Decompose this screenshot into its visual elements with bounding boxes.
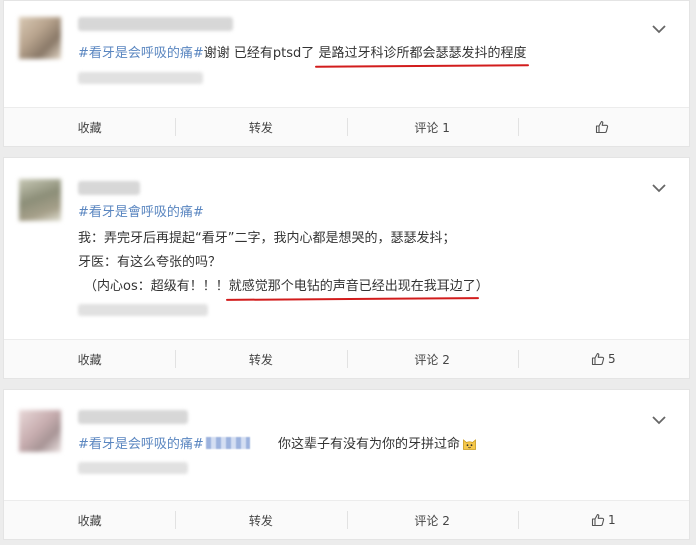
like-button[interactable]: 1	[517, 501, 689, 539]
post-text: #看牙是会呼吸的痛#谢谢 已经有ptsd了 是路过牙科诊所都会瑟瑟发抖的程度	[78, 45, 526, 63]
chevron-down-icon[interactable]	[651, 182, 667, 194]
username-blurred[interactable]	[78, 17, 233, 31]
post-text-plain: 谢谢 已经有ptsd了	[203, 46, 319, 61]
post-line-1: 我：弄完牙后再提起“看牙”二字，我内心都是想哭的，瑟瑟发抖；	[78, 231, 456, 246]
action-bar: 收藏 转发 评论 2 5	[4, 339, 689, 378]
post-line-2: 牙医：有这么夸张的吗？	[78, 255, 222, 270]
post-text: #看牙是会呼吸的痛#	[78, 436, 250, 454]
avatar[interactable]	[19, 410, 61, 452]
topic-tag[interactable]: #看牙是會呼吸的痛#	[78, 205, 204, 220]
collect-label: 收藏	[77, 513, 102, 528]
avatar[interactable]	[19, 179, 61, 221]
action-bar: 收藏 转发 评论 2 1	[4, 500, 689, 539]
thumbs-up-icon	[595, 120, 609, 134]
post-line-3-plain: （内心os：超级有！！！	[84, 279, 229, 294]
chevron-down-icon[interactable]	[651, 23, 667, 35]
thumbs-up-icon	[591, 352, 605, 366]
post-card-1: #看牙是会呼吸的痛#谢谢 已经有ptsd了 是路过牙科诊所都会瑟瑟发抖的程度 收…	[3, 0, 690, 147]
source-blurred	[78, 72, 203, 84]
collect-label: 收藏	[77, 352, 102, 367]
source-blurred	[78, 304, 208, 316]
collect-button[interactable]: 收藏	[4, 108, 175, 146]
comment-label: 评论 1	[414, 120, 450, 135]
topic-tag[interactable]: #看牙是会呼吸的痛#	[78, 437, 204, 452]
avatar[interactable]	[19, 17, 61, 59]
topic-tag[interactable]: #看牙是会呼吸的痛#	[78, 46, 204, 61]
collect-button[interactable]: 收藏	[4, 340, 175, 378]
like-button[interactable]: 5	[517, 340, 689, 378]
cat-emoji-icon	[463, 439, 476, 450]
post-text-highlight: 是路过牙科诊所都会瑟瑟发抖的程度	[318, 46, 527, 61]
post-line-3-end: ）	[475, 279, 489, 294]
repost-label: 转发	[248, 352, 273, 367]
like-count: 5	[608, 352, 616, 366]
thumbs-up-icon	[591, 513, 605, 527]
post-text-body: 你这辈子有没有为你的牙拼过命	[278, 437, 461, 452]
username-blurred[interactable]	[78, 410, 188, 424]
repost-button[interactable]: 转发	[175, 501, 346, 539]
username-blurred[interactable]	[78, 181, 140, 195]
like-button[interactable]	[517, 108, 689, 146]
comment-label: 评论 2	[414, 513, 450, 528]
mosaic-redaction	[205, 437, 250, 449]
collect-label: 收藏	[77, 120, 102, 135]
post-line-3-highlight: 就感觉那个电钻的声音已经出现在我耳边了	[228, 279, 476, 294]
repost-label: 转发	[248, 120, 273, 135]
comment-button[interactable]: 评论 2	[346, 501, 518, 539]
comment-label: 评论 2	[414, 352, 450, 367]
post-text-main: 你这辈子有没有为你的牙拼过命	[278, 436, 477, 454]
collect-button[interactable]: 收藏	[4, 501, 175, 539]
like-count: 1	[608, 513, 616, 527]
post-card-3: #看牙是会呼吸的痛# 你这辈子有没有为你的牙拼过命 收藏 转发 评论 2 1	[3, 389, 690, 540]
post-line-3: （内心os：超级有！！！就感觉那个电钻的声音已经出现在我耳边了）	[84, 278, 489, 296]
source-blurred	[78, 462, 188, 474]
repost-label: 转发	[248, 513, 273, 528]
repost-button[interactable]: 转发	[175, 340, 346, 378]
chevron-down-icon[interactable]	[651, 414, 667, 426]
comment-button[interactable]: 评论 2	[346, 340, 518, 378]
post-card-2: #看牙是會呼吸的痛# 我：弄完牙后再提起“看牙”二字，我内心都是想哭的，瑟瑟发抖…	[3, 157, 690, 379]
comment-button[interactable]: 评论 1	[346, 108, 518, 146]
topic-line: #看牙是會呼吸的痛#	[78, 204, 204, 222]
action-bar: 收藏 转发 评论 1	[4, 107, 689, 146]
repost-button[interactable]: 转发	[175, 108, 346, 146]
